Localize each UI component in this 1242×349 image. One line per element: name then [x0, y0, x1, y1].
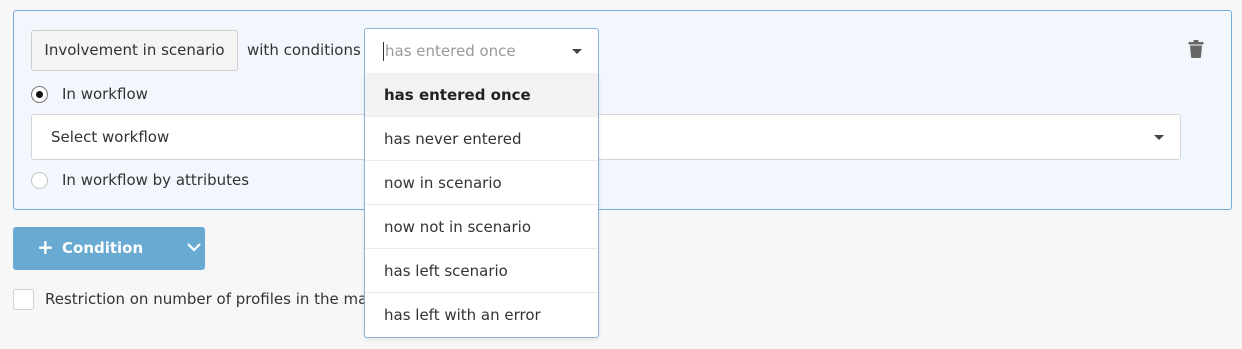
option-has-left-with-error[interactable]: has left with an error — [365, 293, 598, 337]
conditions-select[interactable]: has entered once — [364, 28, 599, 73]
add-condition-button[interactable]: + Condition — [13, 227, 205, 270]
text-cursor — [383, 42, 384, 61]
trash-icon[interactable] — [1188, 40, 1204, 58]
plus-icon: + — [37, 235, 54, 259]
chevron-down-icon[interactable] — [187, 242, 201, 252]
workflow-select[interactable]: Select workflow — [31, 114, 1181, 160]
option-now-not-in-scenario[interactable]: now not in scenario — [365, 205, 598, 249]
radio-in-workflow-by-attributes[interactable] — [31, 172, 48, 189]
option-has-left-scenario[interactable]: has left scenario — [365, 249, 598, 293]
add-condition-label: Condition — [62, 239, 144, 257]
chevron-down-icon[interactable] — [1154, 135, 1164, 140]
radio-in-workflow-by-attributes-label: In workflow by attributes — [62, 171, 250, 189]
option-has-entered-once[interactable]: has entered once — [365, 73, 598, 117]
option-has-never-entered[interactable]: has never entered — [365, 117, 598, 161]
conditions-dropdown-menu: has entered once has never entered now i… — [364, 73, 599, 338]
conditions-select-placeholder: has entered once — [385, 42, 516, 60]
radio-in-workflow-label: In workflow — [62, 85, 148, 103]
workflow-select-value: Select workflow — [51, 128, 170, 146]
with-conditions-label: with conditions — [247, 41, 361, 59]
condition-type-button[interactable]: Involvement in scenario — [31, 30, 238, 71]
restriction-checkbox-label: Restriction on number of profiles in the… — [45, 290, 399, 308]
option-now-in-scenario[interactable]: now in scenario — [365, 161, 598, 205]
chevron-down-icon[interactable] — [572, 49, 582, 54]
restriction-checkbox[interactable] — [13, 289, 34, 310]
radio-in-workflow[interactable] — [31, 86, 48, 103]
